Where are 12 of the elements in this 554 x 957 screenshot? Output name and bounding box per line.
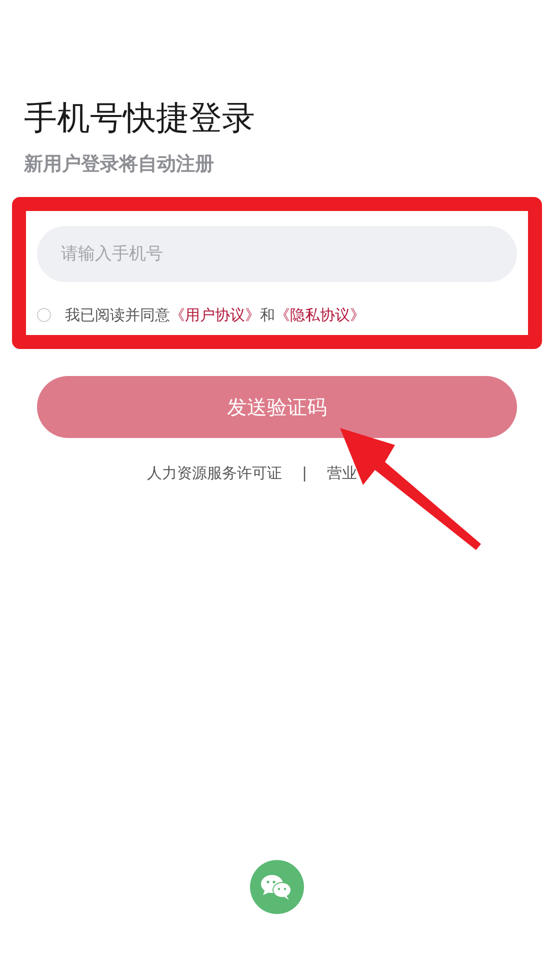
phone-input[interactable]: 请输入手机号 [37,226,517,282]
wechat-login-button[interactable] [250,860,304,914]
footer-separator: | [302,462,308,484]
agreement-checkbox[interactable] [37,308,51,322]
agreement-text: 我已阅读并同意 [65,304,170,326]
page-subtitle: 新用户登录将自动注册 [24,152,215,177]
business-license-link[interactable]: 营业 [327,462,358,484]
license-link[interactable]: 人力资源服务许可证 [147,462,282,484]
agreement-joiner: 和 [260,304,275,326]
page-title: 手机号快捷登录 [24,98,256,138]
privacy-agreement-link[interactable]: 《隐私协议》 [275,304,365,326]
user-agreement-link[interactable]: 《用户协议》 [170,304,260,326]
